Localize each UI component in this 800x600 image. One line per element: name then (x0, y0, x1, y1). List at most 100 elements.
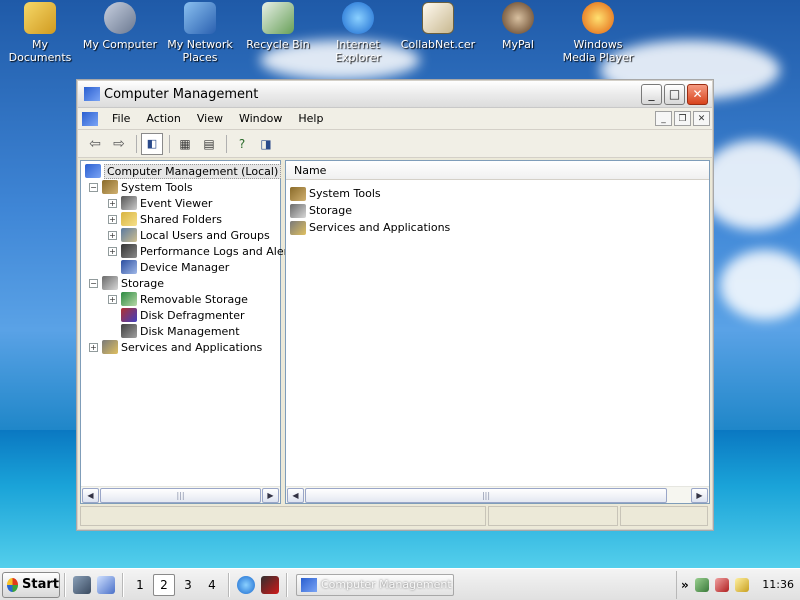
tree-item-label: Local Users and Groups (140, 228, 270, 242)
column-header-label: Name (294, 163, 327, 177)
menu-view[interactable]: View (189, 112, 231, 125)
network-tray-icon[interactable] (694, 577, 709, 592)
help-button[interactable]: ? (231, 133, 253, 155)
menu-action[interactable]: Action (138, 112, 188, 125)
export-list-button[interactable]: ▤ (198, 133, 220, 155)
start-label: Start (22, 577, 59, 592)
arrow-right-icon: ▶ (267, 490, 274, 500)
collapse-icon[interactable]: − (89, 182, 98, 192)
tree-item-label: Shared Folders (140, 212, 222, 226)
menu-file[interactable]: File (104, 112, 138, 125)
expand-icon[interactable]: + (89, 342, 98, 352)
column-header-name[interactable]: Name (286, 161, 709, 180)
menu-window[interactable]: Window (231, 112, 290, 125)
tree-item-label: Services and Applications (121, 340, 263, 354)
desktop-icon-recycle-bin[interactable]: Recycle Bin (238, 2, 318, 51)
expand-icon[interactable]: + (108, 294, 117, 304)
child-minimize-button[interactable]: _ (655, 111, 672, 126)
storage-icon (102, 276, 118, 290)
tree-item-disk-defragmenter[interactable]: Disk Defragmenter (85, 307, 296, 323)
start-button[interactable]: Start (2, 571, 60, 598)
list-item[interactable]: System Tools (290, 185, 450, 202)
tree-item-services-applications[interactable]: + Services and Applications (85, 339, 296, 355)
desktop-icon-network-places[interactable]: My Network Places (160, 2, 240, 64)
clock[interactable]: 11:36 (762, 578, 794, 591)
minimize-button[interactable]: _ (641, 83, 662, 105)
scroll-right-button[interactable]: ▶ (262, 487, 279, 503)
expand-icon[interactable]: + (108, 198, 117, 208)
tree-item-local-users[interactable]: + Local Users and Groups (85, 227, 296, 243)
maximize-button[interactable]: □ (664, 83, 685, 105)
desktop-icon-collabnet-cer[interactable]: CollabNet.cer (398, 2, 478, 51)
internet-explorer-icon (342, 2, 374, 34)
expand-icon[interactable]: + (108, 246, 117, 256)
scroll-thumb[interactable]: ||| (305, 487, 667, 503)
arrow-right-icon: ▶ (696, 490, 703, 500)
local-users-icon (121, 228, 137, 242)
desktop-icon-mypal[interactable]: MyPal (478, 2, 558, 51)
desktop-icons: My Documents My Computer My Network Plac… (0, 0, 800, 70)
workspace-1[interactable]: 1 (129, 574, 151, 596)
tree-item-label: System Tools (121, 180, 193, 194)
list-item[interactable]: Storage (290, 202, 450, 219)
back-button[interactable]: ⇦ (84, 133, 106, 155)
tree-horizontal-scrollbar[interactable]: ◀ ||| ▶ (81, 486, 280, 503)
security-center-icon[interactable] (734, 577, 749, 592)
show-hidden-icons-chevron-icon[interactable]: » (681, 578, 689, 592)
close-button[interactable]: ✕ (687, 83, 708, 105)
recycle-bin-icon (262, 2, 294, 34)
workspace-3[interactable]: 3 (177, 574, 199, 596)
collapse-icon[interactable]: − (89, 278, 98, 288)
tree-item-device-manager[interactable]: Device Manager (85, 259, 296, 275)
tree-item-event-viewer[interactable]: + Event Viewer (85, 195, 296, 211)
tree-item-system-tools[interactable]: − System Tools (85, 179, 296, 195)
tree-item-label: Storage (121, 276, 165, 290)
show-desktop-icon[interactable] (73, 575, 91, 594)
status-cell (80, 506, 486, 526)
desktop-icon-my-computer[interactable]: My Computer (80, 2, 160, 51)
forward-button[interactable]: ⇨ (108, 133, 130, 155)
properties-button[interactable]: ▦ (174, 133, 196, 155)
scroll-right-button[interactable]: ▶ (691, 487, 708, 503)
list-item[interactable]: Services and Applications (290, 219, 450, 236)
desktop-icon-my-documents[interactable]: My Documents (0, 2, 80, 64)
mmc-document-icon[interactable] (82, 111, 98, 126)
details-pane[interactable]: Name System Tools Storage Services and A… (285, 160, 710, 504)
desktop-icon-media-player[interactable]: Windows Media Player (558, 2, 638, 64)
internet-explorer-icon[interactable] (237, 575, 255, 594)
show-hide-tree-button[interactable]: ◧ (141, 132, 163, 155)
disk-defragmenter-icon (121, 308, 137, 322)
workspace-2[interactable]: 2 (153, 573, 175, 596)
tree-item-shared-folders[interactable]: + Shared Folders (85, 211, 296, 227)
child-close-button[interactable]: ✕ (693, 111, 710, 126)
list-item-label: Storage (309, 204, 353, 217)
quick-launch-explorer-icon[interactable] (97, 575, 115, 594)
red-app-icon[interactable] (261, 575, 279, 594)
tree-item-disk-management[interactable]: Disk Management (85, 323, 296, 339)
scroll-left-button[interactable]: ◀ (82, 487, 99, 503)
arrow-left-icon: ◀ (292, 490, 299, 500)
workspace-4[interactable]: 4 (201, 574, 223, 596)
menu-help[interactable]: Help (290, 112, 331, 125)
show-hide-action-pane-button[interactable]: ◨ (255, 133, 277, 155)
tree-item-removable-storage[interactable]: + Removable Storage (85, 291, 296, 307)
console-tree-pane[interactable]: Computer Management (Local) − System Too… (80, 160, 296, 504)
grip-icon: ||| (176, 490, 185, 500)
my-computer-icon (104, 2, 136, 34)
status-cell (620, 506, 708, 526)
list-item-label: System Tools (309, 187, 381, 200)
taskbar-item-computer-management[interactable]: Computer Management (296, 573, 454, 596)
child-restore-button[interactable]: ❐ (674, 111, 691, 126)
scroll-left-button[interactable]: ◀ (287, 487, 304, 503)
expand-icon[interactable]: + (108, 230, 117, 240)
security-shield-icon[interactable] (714, 577, 729, 592)
desktop-icon-internet-explorer[interactable]: Internet Explorer (318, 2, 398, 64)
expand-icon[interactable]: + (108, 214, 117, 224)
scroll-thumb[interactable]: ||| (100, 487, 261, 503)
tree-item-storage[interactable]: − Storage (85, 275, 296, 291)
tree-item-performance-logs[interactable]: + Performance Logs and Alert: (85, 243, 296, 259)
tree-item-root[interactable]: Computer Management (Local) (85, 163, 296, 179)
shared-folders-icon (121, 212, 137, 226)
title-bar[interactable]: Computer Management _ □ ✕ (78, 81, 712, 108)
list-horizontal-scrollbar[interactable]: ◀ ||| ▶ (286, 486, 709, 503)
